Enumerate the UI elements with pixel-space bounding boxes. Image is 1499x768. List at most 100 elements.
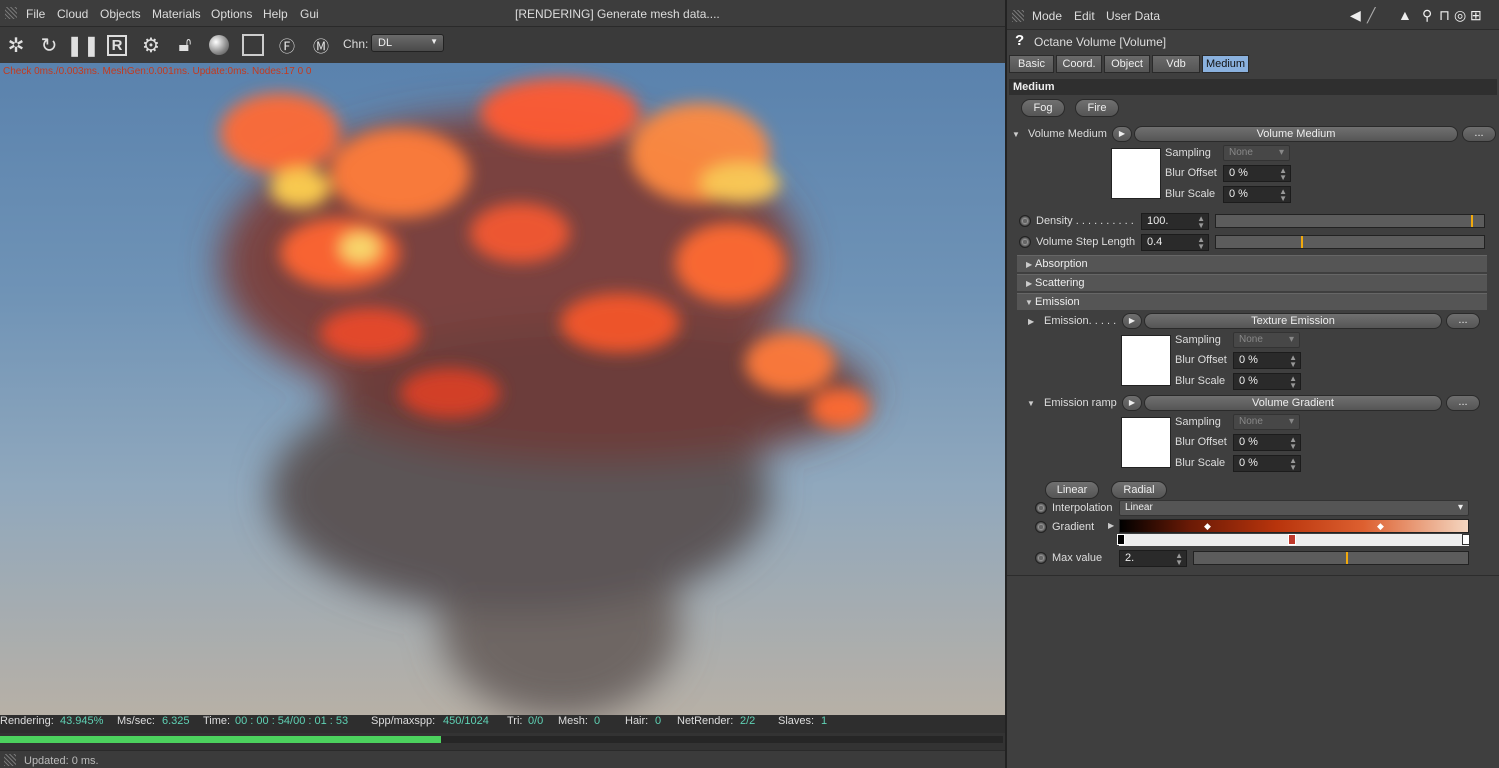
menu-objects[interactable]: Objects: [100, 7, 141, 21]
step-length-slider[interactable]: [1215, 235, 1485, 249]
menu-file[interactable]: File: [26, 7, 45, 21]
blur-offset-field[interactable]: 0 % ▲ ▼: [1223, 165, 1291, 182]
up-arrow-icon[interactable]: ▲: [1398, 7, 1412, 23]
max-value-slider[interactable]: [1193, 551, 1469, 565]
menu-edit[interactable]: Edit: [1074, 9, 1095, 23]
settings-gear-icon[interactable]: ⚙: [137, 31, 165, 59]
group-scattering[interactable]: ▶ Scattering: [1017, 274, 1487, 291]
spinner-icon[interactable]: ▲ ▼: [1197, 215, 1205, 230]
max-value-slider-handle[interactable]: [1346, 552, 1349, 564]
volume-medium-more-button[interactable]: ...: [1462, 126, 1496, 142]
volume-medium-button[interactable]: Volume Medium: [1134, 126, 1458, 142]
spinner-icon[interactable]: ▲ ▼: [1289, 375, 1297, 390]
step-keyframe-radio[interactable]: [1019, 236, 1031, 248]
tab-medium[interactable]: Medium: [1202, 55, 1249, 73]
spinner-icon[interactable]: ▲ ▼: [1175, 552, 1183, 567]
density-keyframe-radio[interactable]: [1019, 215, 1031, 227]
octane-logo-icon[interactable]: ✲: [2, 31, 30, 59]
interpolation-label: Interpolation: [1052, 502, 1113, 514]
spinner-icon[interactable]: ▲ ▼: [1289, 457, 1297, 472]
gradient-knot[interactable]: [1462, 534, 1470, 545]
lock-icon[interactable]: 🔓︎: [171, 31, 199, 59]
gradient-midpoint-handle[interactable]: ◆: [1204, 521, 1211, 532]
emission-ramp-arrow-button[interactable]: ▶: [1122, 395, 1142, 411]
interpolation-select[interactable]: Linear ▾: [1119, 500, 1469, 516]
menu-materials[interactable]: Materials: [152, 7, 201, 21]
target-icon[interactable]: ◎: [1454, 7, 1466, 24]
gradient-ramp[interactable]: ◆ ◆: [1119, 519, 1469, 533]
density-slider[interactable]: [1215, 214, 1485, 228]
volume-gradient-button[interactable]: Volume Gradient: [1144, 395, 1442, 411]
blur-offset-field[interactable]: 0 % ▲ ▼: [1233, 434, 1301, 451]
gradient-knot[interactable]: [1288, 534, 1296, 545]
new-panel-icon[interactable]: ⊞: [1470, 7, 1482, 24]
menu-mode[interactable]: Mode: [1032, 9, 1062, 23]
menu-gui[interactable]: Gui: [300, 7, 319, 21]
help-icon[interactable]: ?: [1015, 32, 1024, 49]
max-value-field[interactable]: 2. ▲ ▼: [1119, 550, 1187, 567]
menu-user-data[interactable]: User Data: [1106, 9, 1160, 23]
emission-arrow-button[interactable]: ▶: [1122, 313, 1142, 329]
spinner-icon[interactable]: ▲ ▼: [1289, 436, 1297, 451]
max-value-keyframe-radio[interactable]: [1035, 552, 1047, 564]
tab-basic[interactable]: Basic: [1009, 55, 1054, 73]
gradient-midpoint-handle[interactable]: ◆: [1377, 521, 1384, 532]
object-title: Octane Volume [Volume]: [1034, 35, 1167, 49]
spinner-icon[interactable]: ▲ ▼: [1279, 188, 1287, 203]
blur-scale-field[interactable]: 0 % ▲ ▼: [1223, 186, 1291, 203]
gradient-keyframe-radio[interactable]: [1035, 521, 1047, 533]
spinner-icon[interactable]: ▲ ▼: [1289, 354, 1297, 369]
sampling-select[interactable]: None ▾: [1233, 332, 1300, 348]
menu-cloud[interactable]: Cloud: [57, 7, 88, 21]
render-viewport[interactable]: Check 0ms./0.003ms. MeshGen:0.001ms. Upd…: [0, 63, 1005, 715]
volume-medium-arrow-button[interactable]: ▶: [1112, 126, 1132, 142]
step-length-slider-handle[interactable]: [1301, 236, 1304, 248]
spinner-icon[interactable]: ▲ ▼: [1279, 167, 1287, 182]
emission-more-button[interactable]: ...: [1446, 313, 1480, 329]
tab-object[interactable]: Object: [1104, 55, 1150, 73]
blur-scale-label: Blur Scale: [1175, 457, 1226, 469]
lock-icon[interactable]: ⊓: [1439, 7, 1450, 24]
expand-triangle-icon[interactable]: ▼: [1012, 130, 1020, 139]
material-ball-icon[interactable]: [205, 31, 233, 59]
collapse-triangle-icon[interactable]: ▼: [1027, 399, 1035, 408]
focus-picker-icon[interactable]: Ⓕ: [273, 31, 301, 59]
gradient-knot[interactable]: [1117, 534, 1125, 545]
spp-value: 450/1024: [443, 715, 489, 727]
step-length-field[interactable]: 0.4 ▲ ▼: [1141, 234, 1209, 251]
texture-emission-button[interactable]: Texture Emission: [1144, 313, 1442, 329]
sampling-select[interactable]: None ▾: [1223, 145, 1290, 161]
density-label: Density . . . . . . . . . .: [1036, 215, 1134, 227]
blur-offset-field[interactable]: 0 % ▲ ▼: [1233, 352, 1301, 369]
search-icon[interactable]: ⚲: [1422, 7, 1432, 24]
time-value: 00 : 00 : 54/00 : 01 : 53: [235, 715, 349, 727]
clay-mode-icon[interactable]: [239, 31, 267, 59]
fire-button[interactable]: Fire: [1075, 99, 1119, 117]
back-arrow-icon[interactable]: ◀: [1350, 7, 1361, 24]
emission-ramp-more-button[interactable]: ...: [1446, 395, 1480, 411]
expand-triangle-icon[interactable]: ▶: [1108, 521, 1114, 530]
menu-options[interactable]: Options: [211, 7, 252, 21]
spinner-icon[interactable]: ▲ ▼: [1197, 236, 1205, 251]
group-emission[interactable]: ▼ Emission: [1017, 293, 1487, 310]
density-slider-handle[interactable]: [1471, 215, 1474, 227]
interpolation-keyframe-radio[interactable]: [1035, 502, 1047, 514]
blur-scale-field[interactable]: 0 % ▲ ▼: [1233, 455, 1301, 472]
region-render-icon[interactable]: R: [103, 31, 131, 59]
group-absorption[interactable]: ▶ Absorption: [1017, 255, 1487, 272]
blur-scale-field[interactable]: 0 % ▲ ▼: [1233, 373, 1301, 390]
sampling-select[interactable]: None ▾: [1233, 414, 1300, 430]
tab-vdb[interactable]: Vdb: [1152, 55, 1200, 73]
tab-coord[interactable]: Coord.: [1056, 55, 1102, 73]
menu-help[interactable]: Help: [263, 7, 288, 21]
pause-icon[interactable]: ❚❚: [66, 31, 100, 59]
restart-render-icon[interactable]: ↻: [35, 31, 63, 59]
material-picker-icon[interactable]: Ⓜ: [307, 31, 335, 59]
expand-triangle-icon[interactable]: ▶: [1028, 317, 1034, 326]
fog-button[interactable]: Fog: [1021, 99, 1065, 117]
mesh-value: 0: [594, 715, 601, 727]
linear-button[interactable]: Linear: [1045, 481, 1099, 499]
density-field[interactable]: 100. ▲ ▼: [1141, 213, 1209, 230]
channel-select[interactable]: DL ▼: [371, 34, 444, 52]
radial-button[interactable]: Radial: [1111, 481, 1167, 499]
